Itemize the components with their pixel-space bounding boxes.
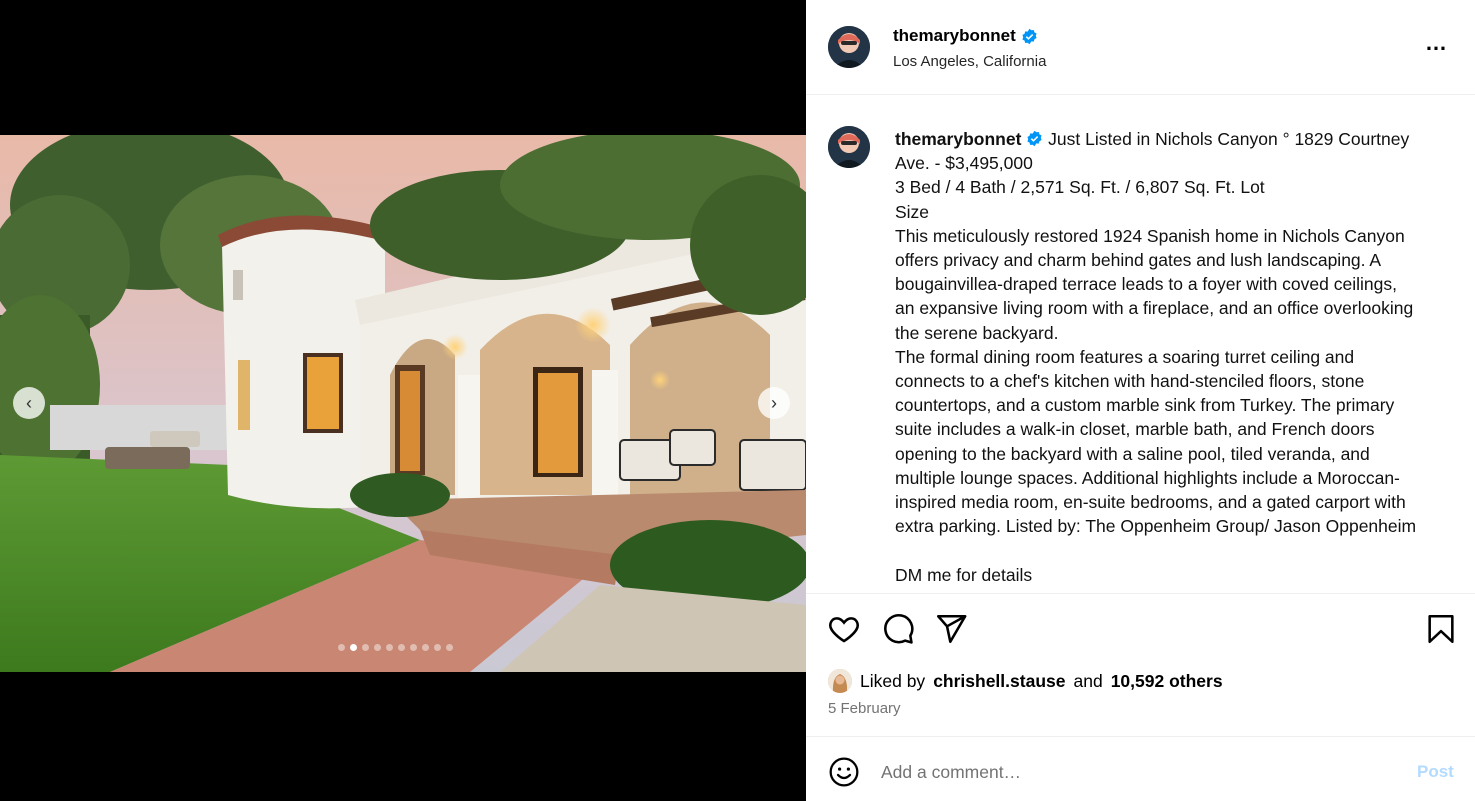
comment-bar: Post	[806, 736, 1475, 801]
share-icon	[936, 614, 967, 644]
likes-prefix: Liked by	[860, 670, 926, 691]
caption-area: themarybonnet Just Listed in Nichols Can…	[806, 95, 1475, 594]
post-header: themarybonnet Los Angeles, California …	[806, 0, 1475, 95]
caption-line: The formal dining room features a soarin…	[895, 346, 1355, 367]
likes-summary: Liked by chrishell.stause and 10,592 oth…	[828, 669, 1223, 693]
caption-line: countertops, and a custom marble sink fr…	[895, 395, 1395, 416]
caption-line: an expansive living room with a fireplac…	[895, 298, 1414, 319]
caption-line: offers privacy and charm behind gates an…	[895, 250, 1382, 271]
avatar[interactable]	[828, 26, 870, 68]
likes-conj: and	[1073, 670, 1103, 691]
caption-line: inspired media room, en-suite bedrooms, …	[895, 492, 1406, 513]
more-options-icon[interactable]: …	[1425, 30, 1448, 56]
heart-icon	[829, 617, 859, 643]
carousel-dot	[338, 644, 345, 651]
save-button[interactable]	[1424, 612, 1458, 646]
post-photo[interactable]	[0, 135, 806, 672]
post-side-pane: themarybonnet Los Angeles, California … …	[806, 0, 1475, 801]
post-caption: themarybonnet Just Listed in Nichols Can…	[895, 127, 1460, 587]
comment-input[interactable]	[881, 759, 1401, 785]
avatar[interactable]	[828, 126, 870, 168]
avatar-image	[828, 126, 870, 168]
caption-username[interactable]: themarybonnet	[895, 129, 1021, 149]
caption-line	[895, 538, 1460, 562]
caption-line: connects to a chef's kitchen with hand-s…	[895, 371, 1365, 392]
caption-line: suite includes a walk-in closet, marble …	[895, 419, 1375, 440]
caption-line: bougainvillea-draped terrace leads to a …	[895, 274, 1397, 295]
liker-avatar[interactable]	[828, 669, 852, 693]
post-actions	[806, 612, 1475, 652]
carousel-prev-button[interactable]: ‹	[13, 387, 45, 419]
carousel-dot	[398, 644, 405, 651]
bookmark-icon	[1428, 614, 1454, 644]
emoji-button[interactable]	[828, 756, 860, 788]
media-pane: ‹ ›	[0, 0, 806, 801]
liker-username[interactable]: chrishell.stause	[933, 671, 1065, 692]
carousel-next-button[interactable]: ›	[758, 387, 790, 419]
caption-body: Ave. - $3,495,000 3 Bed / 4 Bath / 2,571 …	[895, 151, 1460, 587]
avatar-image	[828, 26, 870, 68]
verified-badge-icon	[1021, 28, 1038, 45]
likes-count[interactable]: 10,592 others	[1111, 671, 1223, 692]
caption-line: Size	[895, 201, 930, 222]
caption-first-line: themarybonnet Just Listed in Nichols Can…	[895, 127, 1460, 151]
caption-line: multiple lounge spaces. Additional highl…	[895, 467, 1400, 488]
carousel-dot	[350, 644, 357, 651]
caption-line: extra parking. Listed by: The Oppenheim …	[895, 516, 1417, 537]
share-button[interactable]	[934, 612, 968, 646]
carousel-dot	[422, 644, 429, 651]
like-button[interactable]	[827, 612, 861, 646]
liker-avatar-image	[828, 669, 852, 693]
house-photo-image	[0, 135, 806, 672]
carousel-dots	[338, 644, 453, 651]
verified-badge-icon	[1026, 130, 1043, 147]
carousel-dot	[362, 644, 369, 651]
username-label[interactable]: themarybonnet	[893, 26, 1016, 46]
carousel-dot	[410, 644, 417, 651]
comment-button[interactable]	[881, 612, 915, 646]
carousel-dot	[386, 644, 393, 651]
chevron-left-icon: ‹	[26, 392, 32, 413]
post-date[interactable]: 5 February	[828, 700, 901, 717]
caption-line: This meticulously restored 1924 Spanish …	[895, 225, 1405, 246]
caption-line: 3 Bed / 4 Bath / 2,571 Sq. Ft. / 6,807 S…	[895, 177, 1265, 198]
caption-text: Just Listed in Nichols Canyon ° 1829 Cou…	[1048, 129, 1410, 149]
chevron-right-icon: ›	[771, 392, 777, 413]
post-author[interactable]: themarybonnet	[893, 26, 1038, 46]
comment-icon	[884, 614, 914, 644]
post-location[interactable]: Los Angeles, California	[893, 53, 1046, 70]
post-comment-button[interactable]: Post	[1417, 762, 1454, 782]
caption-line: the serene backyard.	[895, 322, 1059, 343]
carousel-dot	[446, 644, 453, 651]
caption-line: Ave. - $3,495,000	[895, 153, 1033, 174]
carousel-dot	[374, 644, 381, 651]
caption-line: opening to the backyard with a saline po…	[895, 443, 1370, 464]
caption-line: DM me for details	[895, 564, 1033, 585]
emoji-icon	[829, 757, 859, 787]
carousel-dot	[434, 644, 441, 651]
